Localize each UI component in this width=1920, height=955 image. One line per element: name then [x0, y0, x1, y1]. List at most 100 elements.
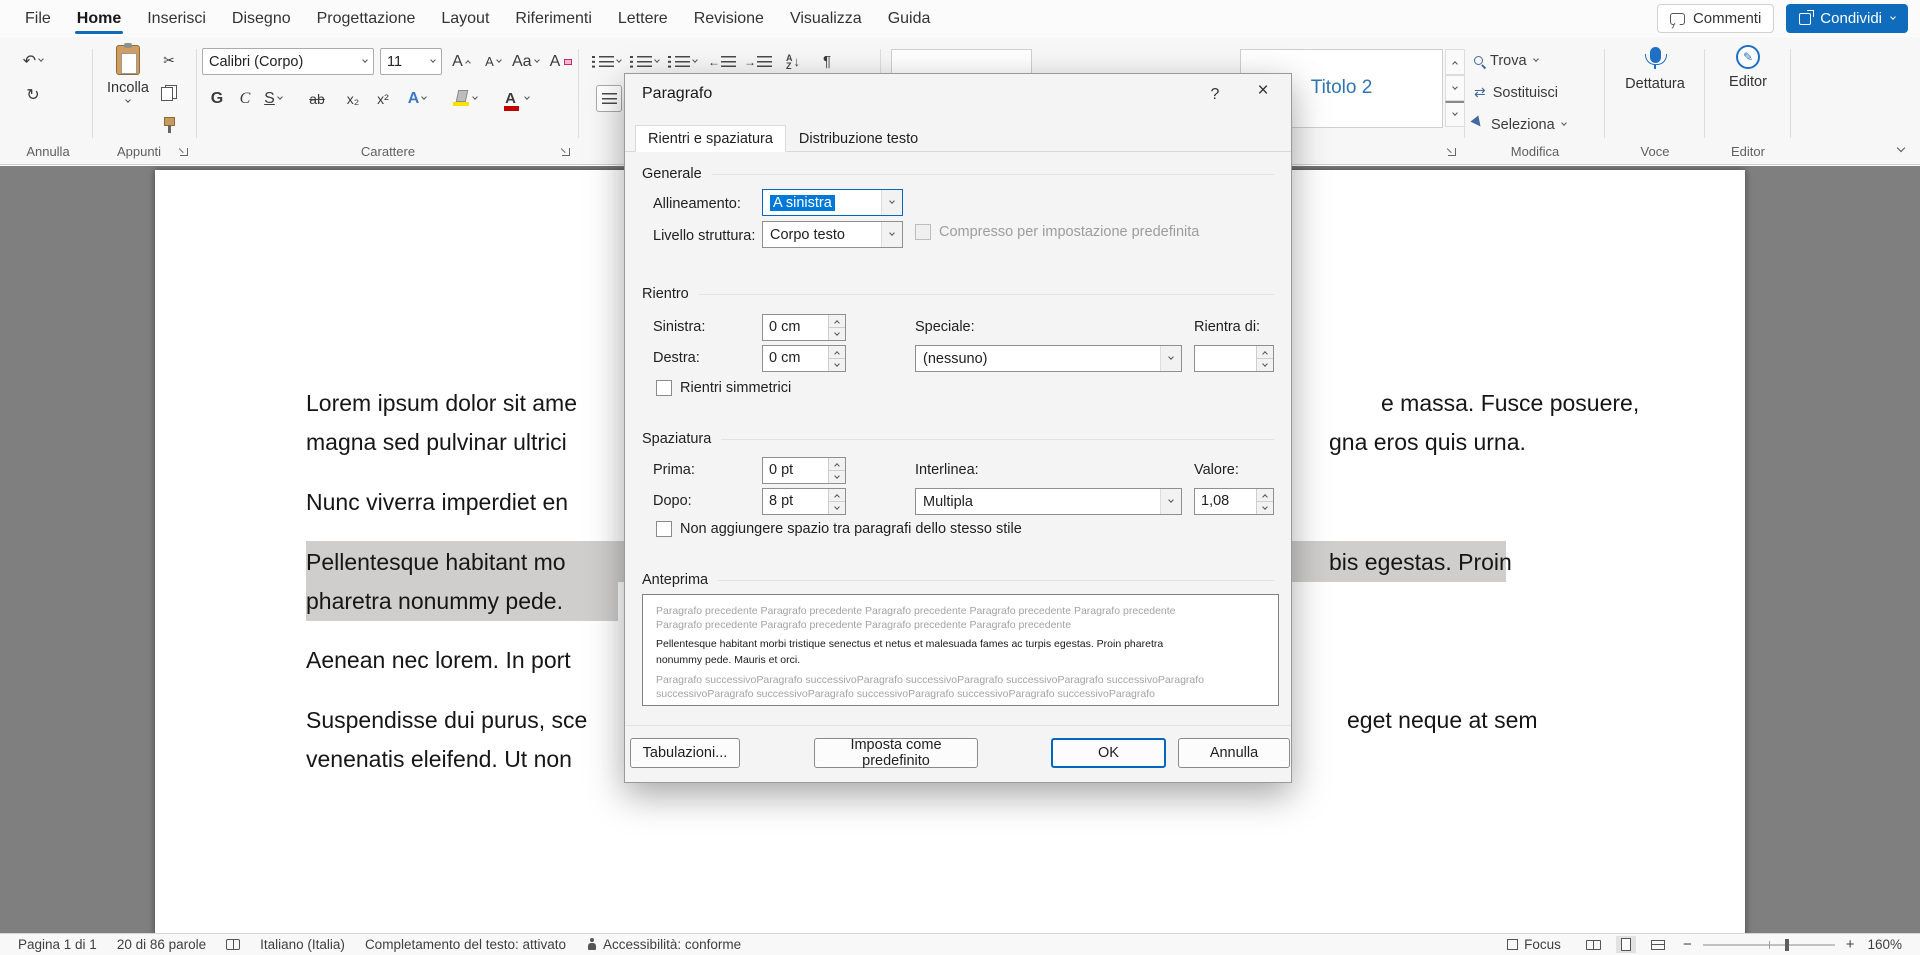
spacing-after-spinner[interactable]: 8 pt: [762, 488, 846, 515]
dialog-close-button[interactable]: ×: [1239, 74, 1287, 108]
ok-button[interactable]: OK: [1051, 738, 1166, 768]
read-mode-view-button[interactable]: [1581, 938, 1606, 952]
doc-text-line[interactable]: e massa. Fusce posuere,: [1381, 388, 1639, 418]
comments-button[interactable]: Commenti: [1657, 4, 1774, 33]
cut-button[interactable]: ✂: [156, 47, 182, 74]
doc-text-line[interactable]: eget neque at sem: [1347, 705, 1538, 735]
tabs-button[interactable]: Tabulazioni...: [630, 738, 740, 768]
doc-text-line[interactable]: magna sed pulvinar ultrici: [306, 427, 567, 457]
chevron-down-icon[interactable]: [1160, 489, 1181, 514]
menu-tab-riferimenti[interactable]: Riferimenti: [502, 0, 604, 37]
clear-formatting-button[interactable]: A: [548, 48, 574, 75]
increase-indent-button[interactable]: →: [744, 48, 772, 75]
accessibility-status[interactable]: Accessibilità: conforme: [576, 934, 751, 955]
bold-button[interactable]: G: [204, 85, 230, 112]
zoom-in-button[interactable]: +: [1843, 936, 1858, 953]
strikethrough-button[interactable]: ab: [304, 85, 330, 112]
spin-down[interactable]: [829, 358, 845, 371]
collapse-ribbon-button[interactable]: [1898, 138, 1904, 156]
doc-text-line[interactable]: Aenean nec lorem. In port: [306, 645, 571, 675]
menu-tab-layout[interactable]: Layout: [428, 0, 502, 37]
gallery-more-button[interactable]: [1445, 101, 1465, 127]
doc-text-line[interactable]: Nunc viverra imperdiet en: [306, 487, 568, 517]
format-painter-button[interactable]: [156, 111, 182, 138]
page-indicator[interactable]: Pagina 1 di 1: [8, 934, 107, 955]
web-layout-view-button[interactable]: [1646, 938, 1670, 952]
menu-tab-disegno[interactable]: Disegno: [219, 0, 304, 37]
undo-button[interactable]: ↶: [20, 47, 46, 74]
indent-right-spinner[interactable]: 0 cm: [762, 345, 846, 372]
menu-tab-progettazione[interactable]: Progettazione: [304, 0, 429, 37]
italic-button[interactable]: C: [232, 85, 258, 112]
no-space-same-style-checkbox[interactable]: Non aggiungere spazio tra paragrafi dell…: [656, 521, 1022, 537]
menu-tab-lettere[interactable]: Lettere: [605, 0, 681, 37]
multilevel-list-button[interactable]: [668, 48, 697, 75]
menu-tab-inserisci[interactable]: Inserisci: [134, 0, 219, 37]
menu-tab-revisione[interactable]: Revisione: [681, 0, 777, 37]
focus-mode-button[interactable]: Focus: [1497, 937, 1571, 952]
spin-down[interactable]: [1257, 358, 1273, 371]
menu-tab-home[interactable]: Home: [64, 0, 134, 37]
copy-button[interactable]: [156, 79, 182, 106]
grow-font-button[interactable]: A: [448, 48, 474, 75]
redo-button[interactable]: ↻: [20, 81, 46, 108]
chevron-down-icon[interactable]: [1160, 346, 1181, 371]
cancel-button[interactable]: Annulla: [1178, 738, 1290, 768]
align-left-button[interactable]: [596, 85, 622, 112]
spin-up[interactable]: [829, 458, 845, 470]
special-combobox[interactable]: (nessuno): [915, 345, 1182, 372]
text-effects-button[interactable]: A: [404, 85, 430, 112]
doc-text-line[interactable]: pharetra nonummy pede.: [306, 586, 563, 616]
spacing-at-spinner[interactable]: 1,08: [1194, 488, 1274, 515]
gallery-up-button[interactable]: [1445, 49, 1465, 75]
decrease-indent-button[interactable]: ←: [708, 48, 736, 75]
spin-down[interactable]: [1257, 501, 1273, 514]
chevron-down-icon[interactable]: [881, 222, 902, 247]
menu-tab-file[interactable]: File: [12, 0, 64, 37]
zoom-out-button[interactable]: −: [1680, 936, 1695, 953]
font-size-combobox[interactable]: 11: [380, 48, 442, 75]
doc-text-line[interactable]: Suspendisse dui purus, sce: [306, 705, 587, 735]
share-button[interactable]: Condividi: [1786, 4, 1908, 33]
indent-by-spinner[interactable]: [1194, 345, 1274, 372]
tab-distribuzione-testo[interactable]: Distribuzione testo: [786, 125, 931, 152]
doc-text-line[interactable]: bis egestas. Proin: [1329, 547, 1512, 577]
chevron-down-icon[interactable]: [881, 190, 902, 215]
shrink-font-button[interactable]: A: [480, 48, 506, 75]
spin-up[interactable]: [829, 346, 845, 358]
select-button[interactable]: Seleziona: [1474, 111, 1566, 138]
spin-up[interactable]: [829, 315, 845, 327]
spin-down[interactable]: [829, 501, 845, 514]
bullet-list-button[interactable]: [592, 48, 621, 75]
language-indicator[interactable]: Italiano (Italia): [250, 934, 355, 955]
superscript-button[interactable]: x²: [370, 85, 396, 112]
style-gallery-cell[interactable]: [891, 49, 1032, 75]
underline-button[interactable]: S: [260, 85, 286, 112]
set-as-default-button[interactable]: Imposta come predefinito: [814, 738, 978, 768]
zoom-slider-thumb[interactable]: [1785, 939, 1789, 951]
menu-tab-guida[interactable]: Guida: [875, 0, 944, 37]
doc-text-line[interactable]: gna eros quis urna.: [1329, 427, 1526, 457]
gallery-down-button[interactable]: [1445, 75, 1465, 101]
tab-rientri-e-spaziatura[interactable]: Rientri e spaziatura: [635, 125, 786, 152]
spacing-before-spinner[interactable]: 0 pt: [762, 457, 846, 484]
spin-up[interactable]: [829, 489, 845, 501]
line-spacing-combobox[interactable]: Multipla: [915, 488, 1182, 515]
zoom-level[interactable]: 160%: [1857, 937, 1912, 952]
styles-dialog-launcher[interactable]: [1446, 146, 1457, 157]
dictate-button[interactable]: Dettatura: [1618, 47, 1692, 92]
replace-button[interactable]: ⇄ Sostituisci: [1474, 79, 1558, 106]
check-box[interactable]: [656, 521, 672, 537]
word-count[interactable]: 20 di 86 parole: [107, 934, 216, 955]
proofing-status[interactable]: [216, 934, 250, 955]
alignment-combobox[interactable]: A sinistra: [762, 189, 903, 216]
spin-down[interactable]: [829, 470, 845, 483]
check-box[interactable]: [656, 380, 672, 396]
doc-text-line[interactable]: Lorem ipsum dolor sit ame: [306, 388, 577, 418]
indent-left-spinner[interactable]: 0 cm: [762, 314, 846, 341]
dialog-help-button[interactable]: ?: [1200, 82, 1230, 108]
spin-down[interactable]: [829, 327, 845, 340]
outline-level-combobox[interactable]: Corpo testo: [762, 221, 903, 248]
text-highlight-button[interactable]: [452, 85, 478, 112]
editor-button[interactable]: ✎ Editor: [1716, 45, 1780, 90]
